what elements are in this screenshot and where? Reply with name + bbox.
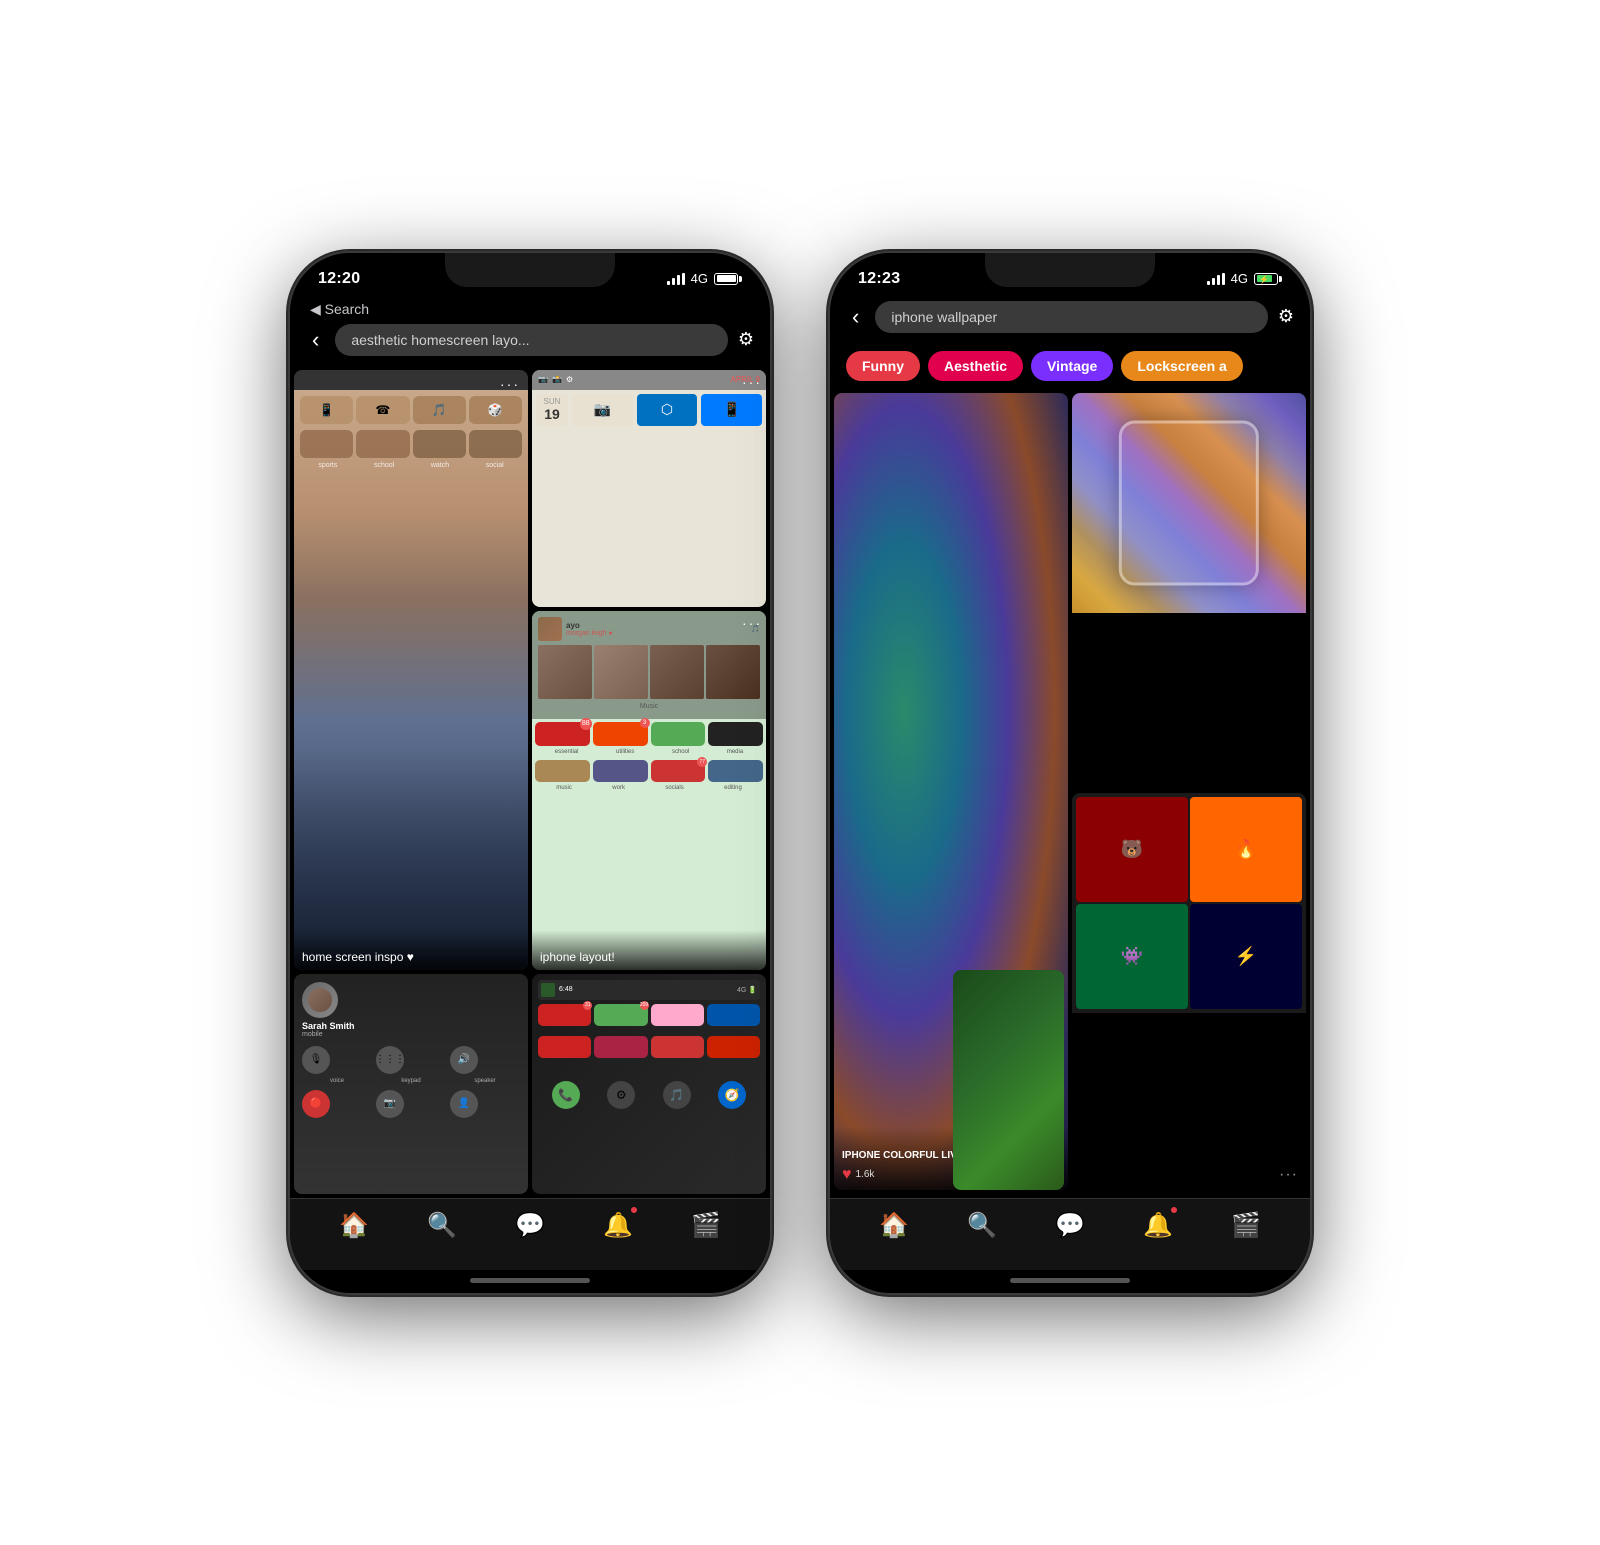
status-icons-1: 4G	[667, 271, 742, 286]
phone-1: 12:20 4G	[290, 253, 770, 1293]
marble-bg	[1072, 393, 1306, 613]
tag-vintage[interactable]: Vintage	[1031, 351, 1113, 381]
signal-bar-6	[1212, 278, 1215, 285]
nav-notif-2[interactable]: 🔔	[1143, 1211, 1173, 1240]
network-type-2: 4G	[1231, 271, 1248, 286]
pin-label-iphone: iphone layout!	[532, 930, 766, 970]
network-type-1: 4G	[691, 271, 708, 286]
nav-notif-1[interactable]: 🔔	[603, 1211, 633, 1240]
battery-bolt: ⚡	[1259, 275, 1269, 284]
home-indicator-2	[1010, 1278, 1130, 1283]
notch-1	[445, 253, 615, 287]
search-text-1: aesthetic homescreen layo...	[351, 332, 529, 348]
pin-april-layout[interactable]: 📷📸⚙ APRIL 9 SUN 19 📷 ⬡ 📱	[532, 370, 766, 607]
screen-2: 12:23 4G ⚡	[830, 253, 1310, 1293]
signal-bar-7	[1217, 275, 1220, 285]
nav-search-1[interactable]: 🔍	[427, 1211, 457, 1240]
bottom-nav-2: 🏠 🔍 💬 🔔 🎬	[830, 1198, 1310, 1270]
battery-fill-2: ⚡	[1257, 275, 1272, 282]
status-time-2: 12:23	[858, 270, 900, 288]
filter-icon-2[interactable]: ⚙	[1278, 306, 1294, 327]
heart-icon-colorful[interactable]: ♥	[842, 1166, 852, 1184]
tags-row-2: Funny Aesthetic Vintage Lockscreen a	[830, 343, 1310, 389]
like-count-colorful: 1.6k	[856, 1169, 875, 1180]
music-bg: ayo morgan leigh ● 🎵	[532, 611, 766, 970]
signal-bar-8	[1222, 273, 1225, 285]
nav-search-2[interactable]: 🔍	[967, 1211, 997, 1240]
nav-home-1[interactable]: 🏠	[339, 1211, 369, 1240]
phones-container: 12:20 4G	[250, 213, 1350, 1333]
nav-dot-1	[631, 1207, 637, 1213]
search-row-1: ‹ aesthetic homescreen layo... ⚙	[306, 324, 754, 356]
wallpaper-marble[interactable]	[1072, 393, 1306, 790]
battery-icon-2: ⚡	[1254, 273, 1282, 285]
tag-aesthetic[interactable]: Aesthetic	[928, 351, 1023, 381]
nav-chat-1[interactable]: 💬	[515, 1211, 545, 1240]
pin-grid-1: 📱 ☎ 🎵 🎲 sportsschoolwatchsoci	[290, 366, 770, 974]
signal-bar-3	[677, 275, 680, 285]
status-icons-2: 4G ⚡	[1207, 271, 1282, 286]
widgets-bg: 📷📸⚙ APRIL 9 SUN 19 📷 ⬡ 📱	[532, 370, 766, 607]
pin-more-layout[interactable]: 6:48 4G 🔋 31 209	[532, 974, 766, 1194]
battery-tip-2	[1279, 276, 1282, 282]
phone-2: 12:23 4G ⚡	[830, 253, 1310, 1293]
status-time-1: 12:20	[318, 270, 360, 288]
pin-dots-april[interactable]: ···	[742, 374, 762, 390]
sticker-3: 👾	[1076, 904, 1188, 1009]
pin-dots-iphone[interactable]: ···	[742, 615, 762, 631]
filter-icon-1[interactable]: ⚙	[738, 329, 754, 350]
call-bg: Sarah Smith mobile 🎙 ⋮⋮⋮ 🔊 voicekeypadsp…	[294, 974, 528, 1194]
nav-video-2[interactable]: 🎬	[1231, 1211, 1261, 1240]
signal-bar-1	[667, 281, 670, 285]
back-label-1[interactable]: ◀ Search	[306, 301, 754, 318]
home-indicator-1	[470, 1278, 590, 1283]
nav-dot-2	[1171, 1207, 1177, 1213]
back-arrow-2[interactable]: ‹	[846, 302, 865, 332]
search-row-2: ‹ iphone wallpaper ⚙	[846, 301, 1294, 333]
battery-tip-1	[739, 276, 742, 282]
battery-body-1	[714, 273, 738, 285]
sticker-1: 🐻	[1076, 797, 1188, 902]
wallpaper-grid: IPHONE COLORFUL LIVE WALLPAPER ··· ♥ 1.6…	[830, 389, 1310, 1194]
wallpaper-tropical[interactable]	[953, 970, 1064, 1190]
signal-bars-1	[667, 273, 685, 285]
signal-bar-2	[672, 278, 675, 285]
pin-homescreen-inspo[interactable]: 📱 ☎ 🎵 🎲 sportsschoolwatchsoci	[294, 370, 528, 970]
screen-1: 12:20 4G	[290, 253, 770, 1293]
sticker-4: ⚡	[1190, 904, 1302, 1009]
tropical-bg	[953, 970, 1064, 1190]
nav-video-1[interactable]: 🎬	[691, 1211, 721, 1240]
signal-bar-4	[682, 273, 685, 285]
wallpaper-row-2	[830, 1190, 1310, 1194]
nav-home-2[interactable]: 🏠	[879, 1211, 909, 1240]
back-arrow-1[interactable]: ‹	[306, 325, 325, 355]
phone-outline-graphic	[1119, 420, 1259, 585]
sticker-bg: 🐻 🔥 👾 ⚡	[1072, 793, 1306, 1013]
pin-iphone-layout[interactable]: ayo morgan leigh ● 🎵	[532, 611, 766, 970]
wallpaper-stickers[interactable]: 🐻 🔥 👾 ⚡ ···	[1072, 793, 1306, 1190]
signal-bar-5	[1207, 281, 1210, 285]
call-type: mobile	[302, 1031, 520, 1038]
battery-icon-1	[714, 273, 742, 285]
sticker-2: 🔥	[1190, 797, 1302, 902]
battery-body-2: ⚡	[1254, 273, 1278, 285]
pin-label-homescreen: home screen inspo ♥	[294, 930, 528, 970]
bottom-nav-1: 🏠 🔍 💬 🔔 🎬	[290, 1198, 770, 1270]
battery-fill-1	[717, 275, 736, 282]
tag-funny[interactable]: Funny	[846, 351, 920, 381]
pin-dots-homescreen[interactable]: ···	[500, 376, 520, 392]
search-text-2: iphone wallpaper	[891, 309, 997, 325]
sticker-more-dots[interactable]: ···	[1279, 1166, 1298, 1184]
search-bar-1[interactable]: aesthetic homescreen layo...	[335, 324, 728, 356]
search-header-1: ◀ Search ‹ aesthetic homescreen layo... …	[290, 297, 770, 366]
search-bar-2[interactable]: iphone wallpaper	[875, 301, 1268, 333]
pin-call-screen[interactable]: Sarah Smith mobile 🎙 ⋮⋮⋮ 🔊 voicekeypadsp…	[294, 974, 528, 1194]
homescreen-bg: 📱 ☎ 🎵 🎲 sportsschoolwatchsoci	[294, 390, 528, 970]
signal-bars-2	[1207, 273, 1225, 285]
tag-lockscreen[interactable]: Lockscreen a	[1121, 351, 1243, 381]
search-header-2: ‹ iphone wallpaper ⚙	[830, 297, 1310, 343]
notch-2	[985, 253, 1155, 287]
call-name: Sarah Smith	[302, 1021, 520, 1031]
nav-chat-2[interactable]: 💬	[1055, 1211, 1085, 1240]
